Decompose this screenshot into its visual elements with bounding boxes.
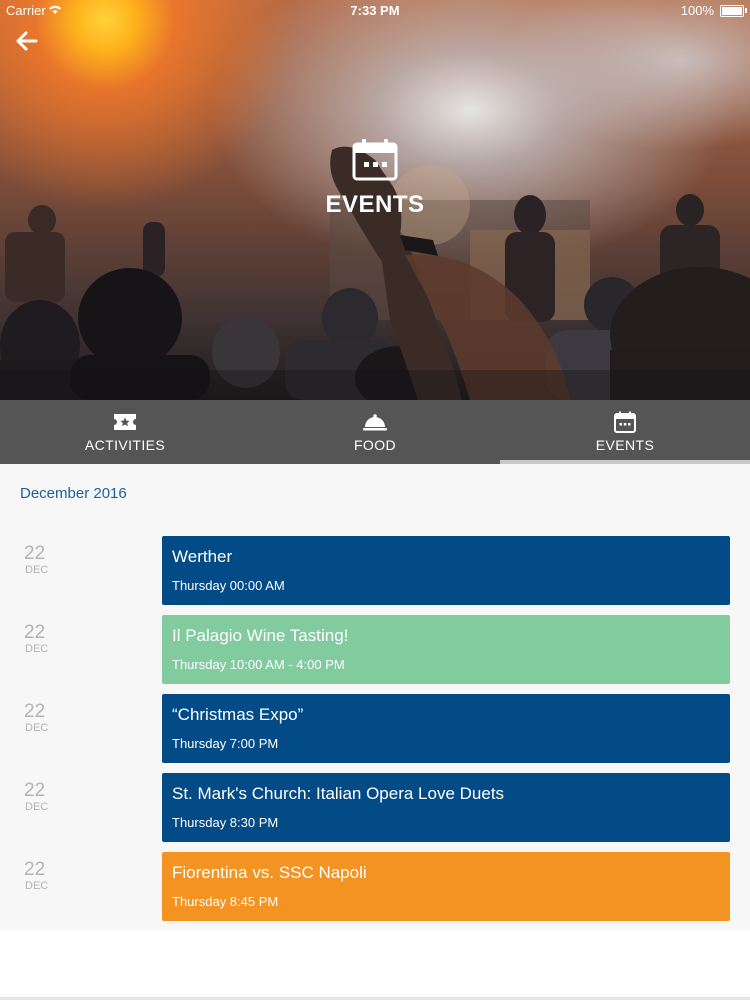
tab-activities[interactable]: ACTIVITIES <box>0 400 250 464</box>
tab-food[interactable]: FOOD <box>250 400 500 464</box>
event-month: DEC <box>25 880 49 892</box>
month-header: December 2016 <box>20 485 127 502</box>
status-bar: Carrier 7:33 PM 100% <box>0 0 750 22</box>
battery-tip-icon <box>745 8 747 13</box>
event-card[interactable]: Il Palagio Wine Tasting! Thursday 10:00 … <box>162 615 730 684</box>
event-title: St. Mark's Church: Italian Opera Love Du… <box>172 784 505 803</box>
cloche-icon <box>363 414 387 431</box>
event-row: 22 DEC Il Palagio Wine Tasting! Thursday… <box>0 615 750 694</box>
event-card[interactable]: Fiorentina vs. SSC Napoli Thursday 8:45 … <box>162 852 730 921</box>
event-month: DEC <box>25 801 49 813</box>
event-day: 22 <box>24 859 46 880</box>
event-time: Thursday 8:30 PM <box>172 815 279 830</box>
event-day: 22 <box>24 701 46 722</box>
event-time: Thursday 00:00 AM <box>172 578 285 593</box>
event-row: 22 DEC Fiorentina vs. SSC Napoli Thursda… <box>0 852 750 931</box>
tab-label: ACTIVITIES <box>84 437 166 453</box>
tab-events[interactable]: EVENTS <box>500 400 750 464</box>
event-time: Thursday 8:45 PM <box>172 894 279 909</box>
event-row: 22 DEC “Christmas Expo” Thursday 7:00 PM <box>0 694 750 773</box>
event-list: 22 DEC Werther Thursday 00:00 AM 22 DEC … <box>0 536 750 931</box>
event-date: 22 DEC <box>24 543 84 577</box>
event-month: DEC <box>25 643 49 655</box>
event-title: “Christmas Expo” <box>172 705 304 724</box>
back-button[interactable] <box>12 26 46 56</box>
battery-percent: 100% <box>680 3 714 18</box>
page-title: EVENTS <box>325 191 425 218</box>
clock-label: 7:33 PM <box>350 3 400 18</box>
event-time: Thursday 7:00 PM <box>172 736 279 751</box>
event-time: Thursday 10:00 AM - 4:00 PM <box>172 657 345 672</box>
event-date: 22 DEC <box>24 859 84 893</box>
hero-banner: Carrier 7:33 PM 100% EVENTS <box>0 0 750 400</box>
ticket-icon <box>114 414 136 430</box>
event-day: 22 <box>24 780 46 801</box>
event-row: 22 DEC St. Mark's Church: Italian Opera … <box>0 773 750 852</box>
event-card[interactable]: St. Mark's Church: Italian Opera Love Du… <box>162 773 730 842</box>
event-card[interactable]: “Christmas Expo” Thursday 7:00 PM <box>162 694 730 763</box>
calendar-icon <box>352 139 398 181</box>
events-content: December 2016 22 DEC Werther Thursday 00… <box>0 464 750 930</box>
event-row: 22 DEC Werther Thursday 00:00 AM <box>0 536 750 615</box>
event-day: 22 <box>24 622 46 643</box>
hero-heading: EVENTS <box>0 138 750 219</box>
event-day: 22 <box>24 543 46 564</box>
calendar-icon <box>614 411 636 433</box>
event-month: DEC <box>25 564 49 576</box>
event-title: Fiorentina vs. SSC Napoli <box>172 863 367 882</box>
tab-label: FOOD <box>353 437 397 453</box>
battery-icon <box>720 5 744 17</box>
tab-label: EVENTS <box>595 437 655 453</box>
event-title: Werther <box>172 547 233 566</box>
event-date: 22 DEC <box>24 701 84 735</box>
event-title: Il Palagio Wine Tasting! <box>172 626 349 645</box>
event-card[interactable]: Werther Thursday 00:00 AM <box>162 536 730 605</box>
bottom-spacer <box>0 930 750 1000</box>
event-date: 22 DEC <box>24 622 84 656</box>
category-tab-bar: ACTIVITIES FOOD EVENTS <box>0 400 750 464</box>
event-date: 22 DEC <box>24 780 84 814</box>
arrow-left-icon <box>16 31 38 51</box>
event-month: DEC <box>25 722 49 734</box>
